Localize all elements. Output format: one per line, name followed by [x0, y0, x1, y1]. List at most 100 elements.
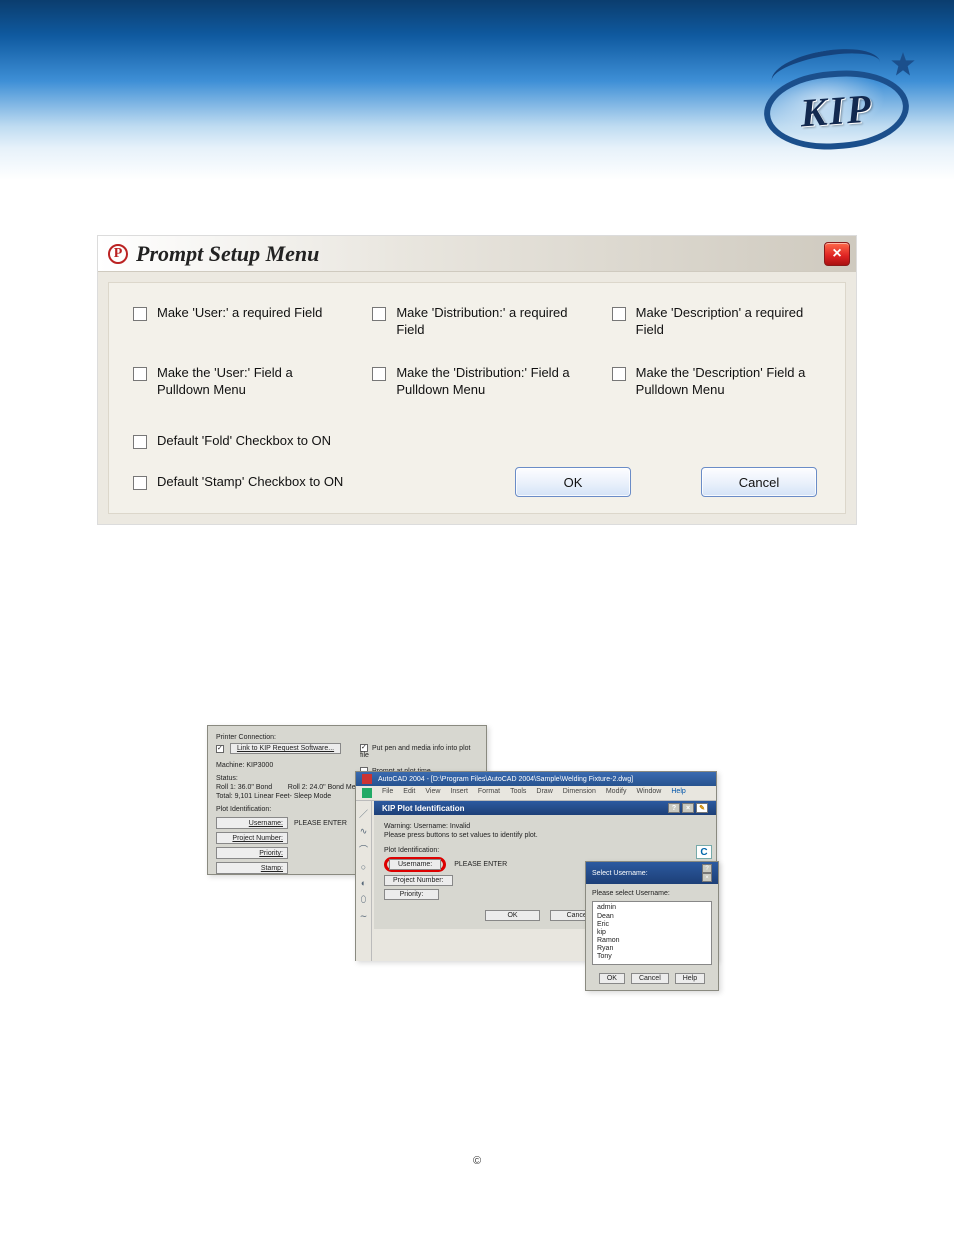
- checkbox-user-pulldown[interactable]: Make the 'User:' Field a Pulldown Menu: [133, 365, 342, 399]
- username-value-a: PLEASE ENTER: [294, 817, 347, 829]
- checkbox-icon: [372, 367, 386, 381]
- username-listbox[interactable]: admin Dean Eric kip Ramon Ryan Tony: [592, 901, 712, 965]
- autocad-titlebar: AutoCAD 2004 - [D:\Program Files\AutoCAD…: [356, 772, 716, 786]
- checkbox-link-request[interactable]: [216, 745, 224, 753]
- select-username-ok-button[interactable]: OK: [599, 973, 625, 984]
- checkbox-label: Make the 'Description' Field a Pulldown …: [636, 365, 821, 399]
- checkbox-put-pen[interactable]: [360, 744, 368, 752]
- tool-icon[interactable]: ／: [359, 807, 368, 820]
- machine-label: Machine:: [216, 762, 244, 769]
- menu-help[interactable]: Help: [671, 788, 685, 798]
- checkbox-label: Make the 'User:' Field a Pulldown Menu: [157, 365, 342, 399]
- menu-insert[interactable]: Insert: [450, 788, 468, 798]
- tool-icon[interactable]: ◐: [361, 878, 366, 888]
- checkbox-label: Make 'Description' a required Field: [636, 305, 821, 339]
- close-icon: ×: [832, 245, 841, 263]
- username-button-b[interactable]: Username:: [389, 859, 441, 870]
- acad-sys-icon[interactable]: [362, 788, 372, 798]
- list-item[interactable]: Ryan: [597, 945, 707, 953]
- tool-icon[interactable]: ⌒: [359, 843, 368, 856]
- cancel-button[interactable]: Cancel: [701, 467, 817, 497]
- menu-draw[interactable]: Draw: [536, 788, 552, 798]
- corner-c-icon: C: [696, 845, 712, 859]
- copyright-text: ©: [0, 1155, 954, 1207]
- menu-view[interactable]: View: [425, 788, 440, 798]
- dialog-title: Prompt Setup Menu: [136, 241, 824, 267]
- checkbox-label: Default 'Stamp' Checkbox to ON: [157, 474, 343, 491]
- select-username-cancel-button[interactable]: Cancel: [631, 973, 669, 984]
- project-number-button-a[interactable]: Project Number:: [216, 832, 288, 844]
- dialog-titlebar: P Prompt Setup Menu ×: [98, 236, 856, 272]
- priority-button-b[interactable]: Priority:: [384, 889, 439, 900]
- checkbox-icon: [612, 367, 626, 381]
- autocad-app-icon: [362, 774, 372, 784]
- checkbox-description-required[interactable]: Make 'Description' a required Field: [612, 305, 821, 339]
- checkbox-label: Make 'User:' a required Field: [157, 305, 322, 322]
- ok-button[interactable]: OK: [515, 467, 631, 497]
- list-item[interactable]: Ramon: [597, 937, 707, 945]
- autocad-menubar[interactable]: File Edit View Insert Format Tools Draw …: [356, 786, 716, 801]
- list-item[interactable]: admin: [597, 904, 707, 912]
- stamp-button-a[interactable]: Stamp:: [216, 862, 288, 874]
- checkbox-stamp-default[interactable]: Default 'Stamp' Checkbox to ON: [133, 474, 374, 491]
- checkbox-icon: [133, 435, 147, 449]
- select-username-help-button[interactable]: Help: [675, 973, 705, 984]
- select-username-prompt: Please select Username:: [592, 890, 712, 897]
- list-item[interactable]: kip: [597, 929, 707, 937]
- dialog-body: Make 'User:' a required Field Make 'Dist…: [108, 282, 846, 514]
- tool-icon[interactable]: ∼: [360, 911, 368, 922]
- tool-icon[interactable]: ○: [361, 862, 366, 872]
- list-item[interactable]: Tony: [597, 953, 707, 961]
- list-item[interactable]: Eric: [597, 921, 707, 929]
- checkbox-icon: [133, 307, 147, 321]
- dialog-app-icon: P: [108, 244, 128, 264]
- menu-file[interactable]: File: [382, 788, 393, 798]
- menu-modify[interactable]: Modify: [606, 788, 627, 798]
- help-icon[interactable]: ?: [668, 803, 680, 813]
- list-item[interactable]: Dean: [597, 913, 707, 921]
- checkbox-user-required[interactable]: Make 'User:' a required Field: [133, 305, 342, 339]
- logo-text: KIP: [799, 84, 875, 136]
- roll2-value: Roll 2: 24.0" Bond Med: [288, 784, 360, 791]
- tool-icon[interactable]: ⬯: [361, 894, 367, 905]
- kip-logo: KIP: [764, 55, 909, 150]
- select-username-dialog: Select Username: ? × Please select Usern…: [585, 861, 719, 991]
- menu-format[interactable]: Format: [478, 788, 500, 798]
- menu-edit[interactable]: Edit: [403, 788, 415, 798]
- help-icon[interactable]: ?: [702, 864, 712, 873]
- link-kip-request-button[interactable]: Link to KIP Request Software...: [230, 743, 341, 754]
- menu-tools[interactable]: Tools: [510, 788, 526, 798]
- checkbox-label: Make 'Distribution:' a required Field: [396, 305, 581, 339]
- checkbox-icon: [372, 307, 386, 321]
- checkbox-icon: [133, 476, 147, 490]
- username-button-a[interactable]: Username:: [216, 817, 288, 829]
- checkbox-icon: [612, 307, 626, 321]
- roll1-value: Roll 1: 36.0" Bond: [216, 784, 272, 791]
- project-number-button-b[interactable]: Project Number:: [384, 875, 453, 886]
- checkbox-description-pulldown[interactable]: Make the 'Description' Field a Pulldown …: [612, 365, 821, 399]
- select-username-title: Select Username:: [592, 870, 648, 877]
- close-icon[interactable]: ×: [702, 873, 712, 882]
- plotid-group-label: Plot Identification:: [384, 847, 706, 854]
- tool-icon[interactable]: ∿: [360, 826, 368, 837]
- checkbox-fold-default[interactable]: Default 'Fold' Checkbox to ON: [133, 433, 408, 450]
- machine-value: KIP3000: [246, 762, 273, 769]
- autocad-tool-column: ／ ∿ ⌒ ○ ◐ ⬯ ∼: [356, 801, 372, 961]
- plotid-ok-button[interactable]: OK: [485, 910, 540, 921]
- close-button[interactable]: ×: [824, 242, 850, 266]
- group-printer-connection: Printer Connection:: [216, 734, 478, 741]
- priority-button-a[interactable]: Priority:: [216, 847, 288, 859]
- checkbox-distribution-pulldown[interactable]: Make the 'Distribution:' Field a Pulldow…: [372, 365, 581, 399]
- button-label: Cancel: [739, 475, 779, 490]
- plotid-title-text: KIP Plot Identification: [382, 804, 465, 813]
- highlight-circle: Username:: [384, 857, 446, 872]
- button-label: OK: [564, 475, 583, 490]
- username-value-b: PLEASE ENTER: [454, 861, 507, 868]
- checkbox-distribution-required[interactable]: Make 'Distribution:' a required Field: [372, 305, 581, 339]
- menu-window[interactable]: Window: [636, 788, 661, 798]
- menu-dimension[interactable]: Dimension: [563, 788, 596, 798]
- anchor-icon[interactable]: ✎: [696, 803, 708, 813]
- page-banner: KIP: [0, 0, 954, 180]
- autocad-title-text: AutoCAD 2004 - [D:\Program Files\AutoCAD…: [378, 776, 633, 783]
- close-icon[interactable]: ×: [682, 803, 694, 813]
